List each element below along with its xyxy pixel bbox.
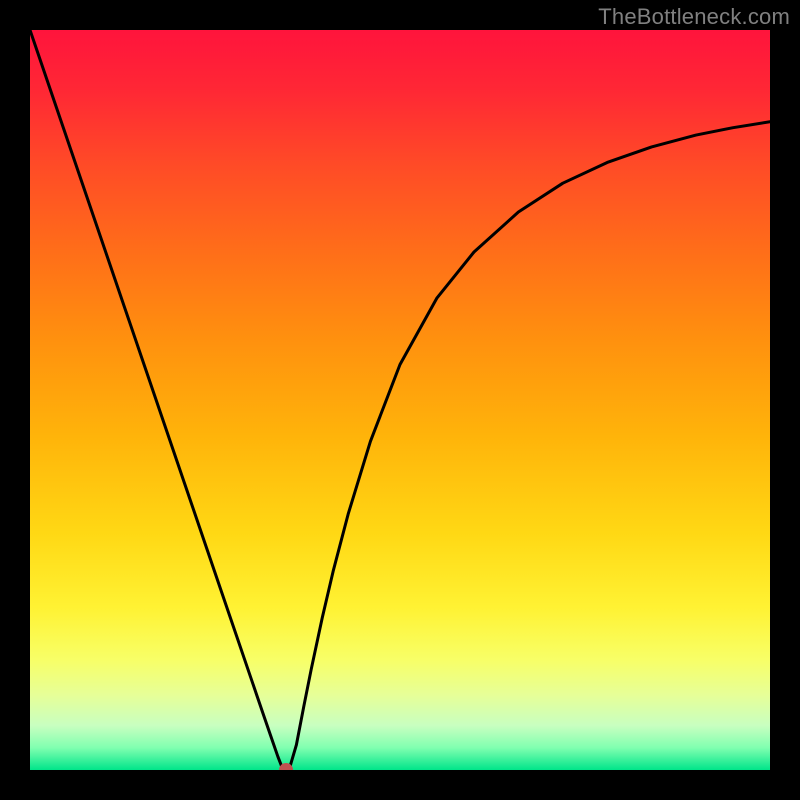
plot-area [30, 30, 770, 770]
gradient-background [30, 30, 770, 770]
watermark-text: TheBottleneck.com [598, 4, 790, 30]
chart-svg [30, 30, 770, 770]
chart-frame: TheBottleneck.com [0, 0, 800, 800]
